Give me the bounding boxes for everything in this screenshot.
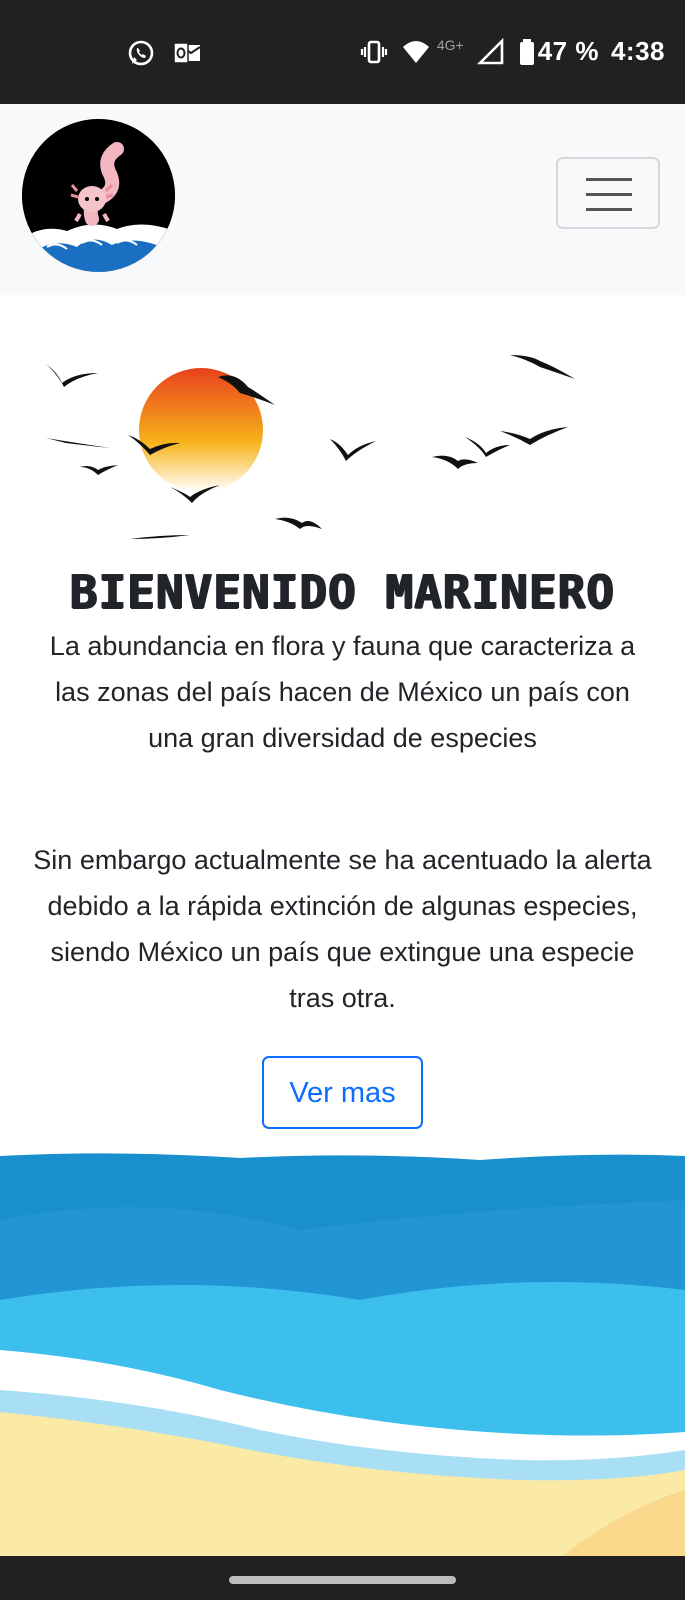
wifi-icon xyxy=(401,37,431,67)
page-title: BIENVENIDO MARINERO xyxy=(69,565,616,619)
notification-icons xyxy=(126,38,202,68)
outlook-icon xyxy=(172,38,202,68)
home-gesture-handle[interactable] xyxy=(229,1576,456,1584)
intro-paragraph: La abundancia en flora y fauna que carac… xyxy=(49,631,636,753)
navbar-toggler-button[interactable] xyxy=(556,157,660,229)
network-type-label: 4G+ xyxy=(436,36,464,53)
vibrate-icon xyxy=(359,37,389,67)
beach-illustration xyxy=(0,1150,685,1558)
extinction-paragraph: Sin embargo actualmente se ha acentuado … xyxy=(33,845,652,1013)
ver-mas-button[interactable]: Ver mas xyxy=(262,1056,423,1129)
signal-icon xyxy=(476,37,506,67)
whatsapp-icon xyxy=(126,38,156,68)
system-navigation-bar xyxy=(0,1556,685,1600)
bird-icon xyxy=(46,355,575,539)
battery-icon xyxy=(518,37,536,67)
sunset-birds-illustration xyxy=(46,355,575,539)
hero-section: BIENVENIDO MARINERO La abundancia en flo… xyxy=(0,295,685,1155)
battery-percentage: 47 % xyxy=(537,36,599,66)
navbar xyxy=(0,104,685,295)
system-status: 4G+ 47 % 4:38 xyxy=(359,36,665,67)
status-bar: 4G+ 47 % 4:38 xyxy=(0,0,685,104)
axolotl-logo-icon[interactable] xyxy=(22,119,175,272)
clock: 4:38 xyxy=(610,36,665,66)
